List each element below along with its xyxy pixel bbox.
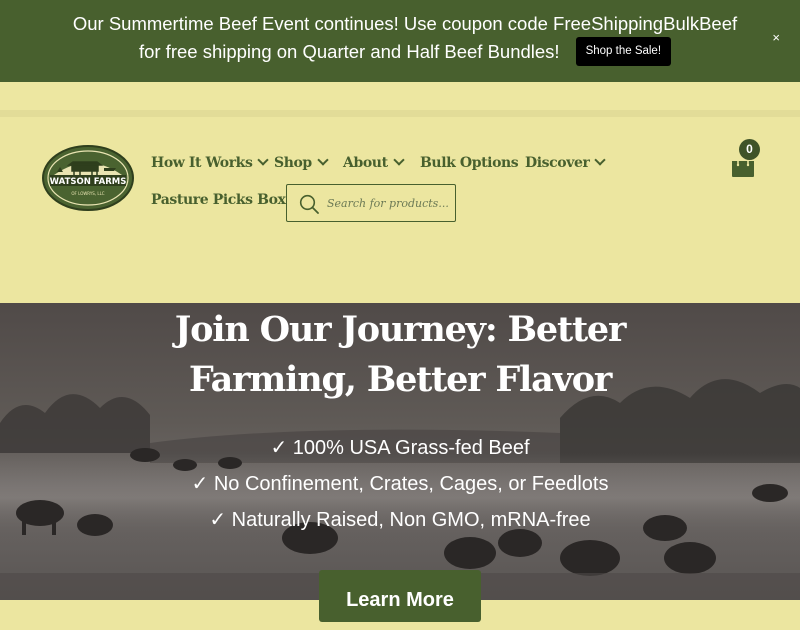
learn-more-button[interactable]: Learn More <box>319 570 481 622</box>
site-logo[interactable]: WATSON FARMS OF LOWRYS, LLC <box>42 145 134 211</box>
chevron-down-icon <box>392 154 405 166</box>
nav-about[interactable]: About <box>343 154 405 171</box>
close-icon[interactable]: × <box>772 30 780 45</box>
cart-count-badge[interactable]: 0 <box>739 139 760 160</box>
hero-bullet: ✓ Naturally Raised, Non GMO, mRNA-free <box>209 509 591 531</box>
nav-label: Discover <box>525 155 590 171</box>
search-input[interactable] <box>327 192 451 214</box>
shop-sale-button[interactable]: Shop the Sale! <box>575 36 672 66</box>
nav-pasture-picks-box[interactable]: Pasture Picks Box <box>151 192 286 208</box>
hero-title: Join Our Journey: Better Farming, Better… <box>174 309 627 400</box>
nav-label: Pasture Picks Box <box>151 192 286 208</box>
nav-discover[interactable]: Discover <box>525 154 607 171</box>
search-icon[interactable] <box>299 194 319 214</box>
nav-label: Bulk Options <box>420 155 519 171</box>
nav-bulk-options[interactable]: Bulk Options <box>420 155 519 171</box>
hero-bullet: ✓ No Confinement, Crates, Cages, or Feed… <box>191 473 609 495</box>
logo-subtitle: OF LOWRYS, LLC <box>71 191 104 196</box>
hero-bullet: ✓ 100% USA Grass-fed Beef <box>270 437 530 459</box>
nav-label: How It Works <box>151 155 253 171</box>
nav-label: Shop <box>274 155 312 171</box>
header-top-strip <box>0 82 800 112</box>
header-divider <box>0 110 800 117</box>
announcement-text-block: Our Summertime Beef Event continues! Use… <box>60 10 750 68</box>
chevron-down-icon <box>594 154 607 166</box>
announcement-bar: Our Summertime Beef Event continues! Use… <box>0 0 800 82</box>
logo-text: WATSON FARMS <box>50 177 127 187</box>
chevron-down-icon <box>257 154 270 166</box>
nav-how-it-works[interactable]: How It Works <box>151 154 270 171</box>
nav-shop[interactable]: Shop <box>274 154 329 171</box>
nav-label: About <box>343 155 388 171</box>
product-search[interactable] <box>286 184 456 222</box>
chevron-down-icon <box>317 154 329 166</box>
